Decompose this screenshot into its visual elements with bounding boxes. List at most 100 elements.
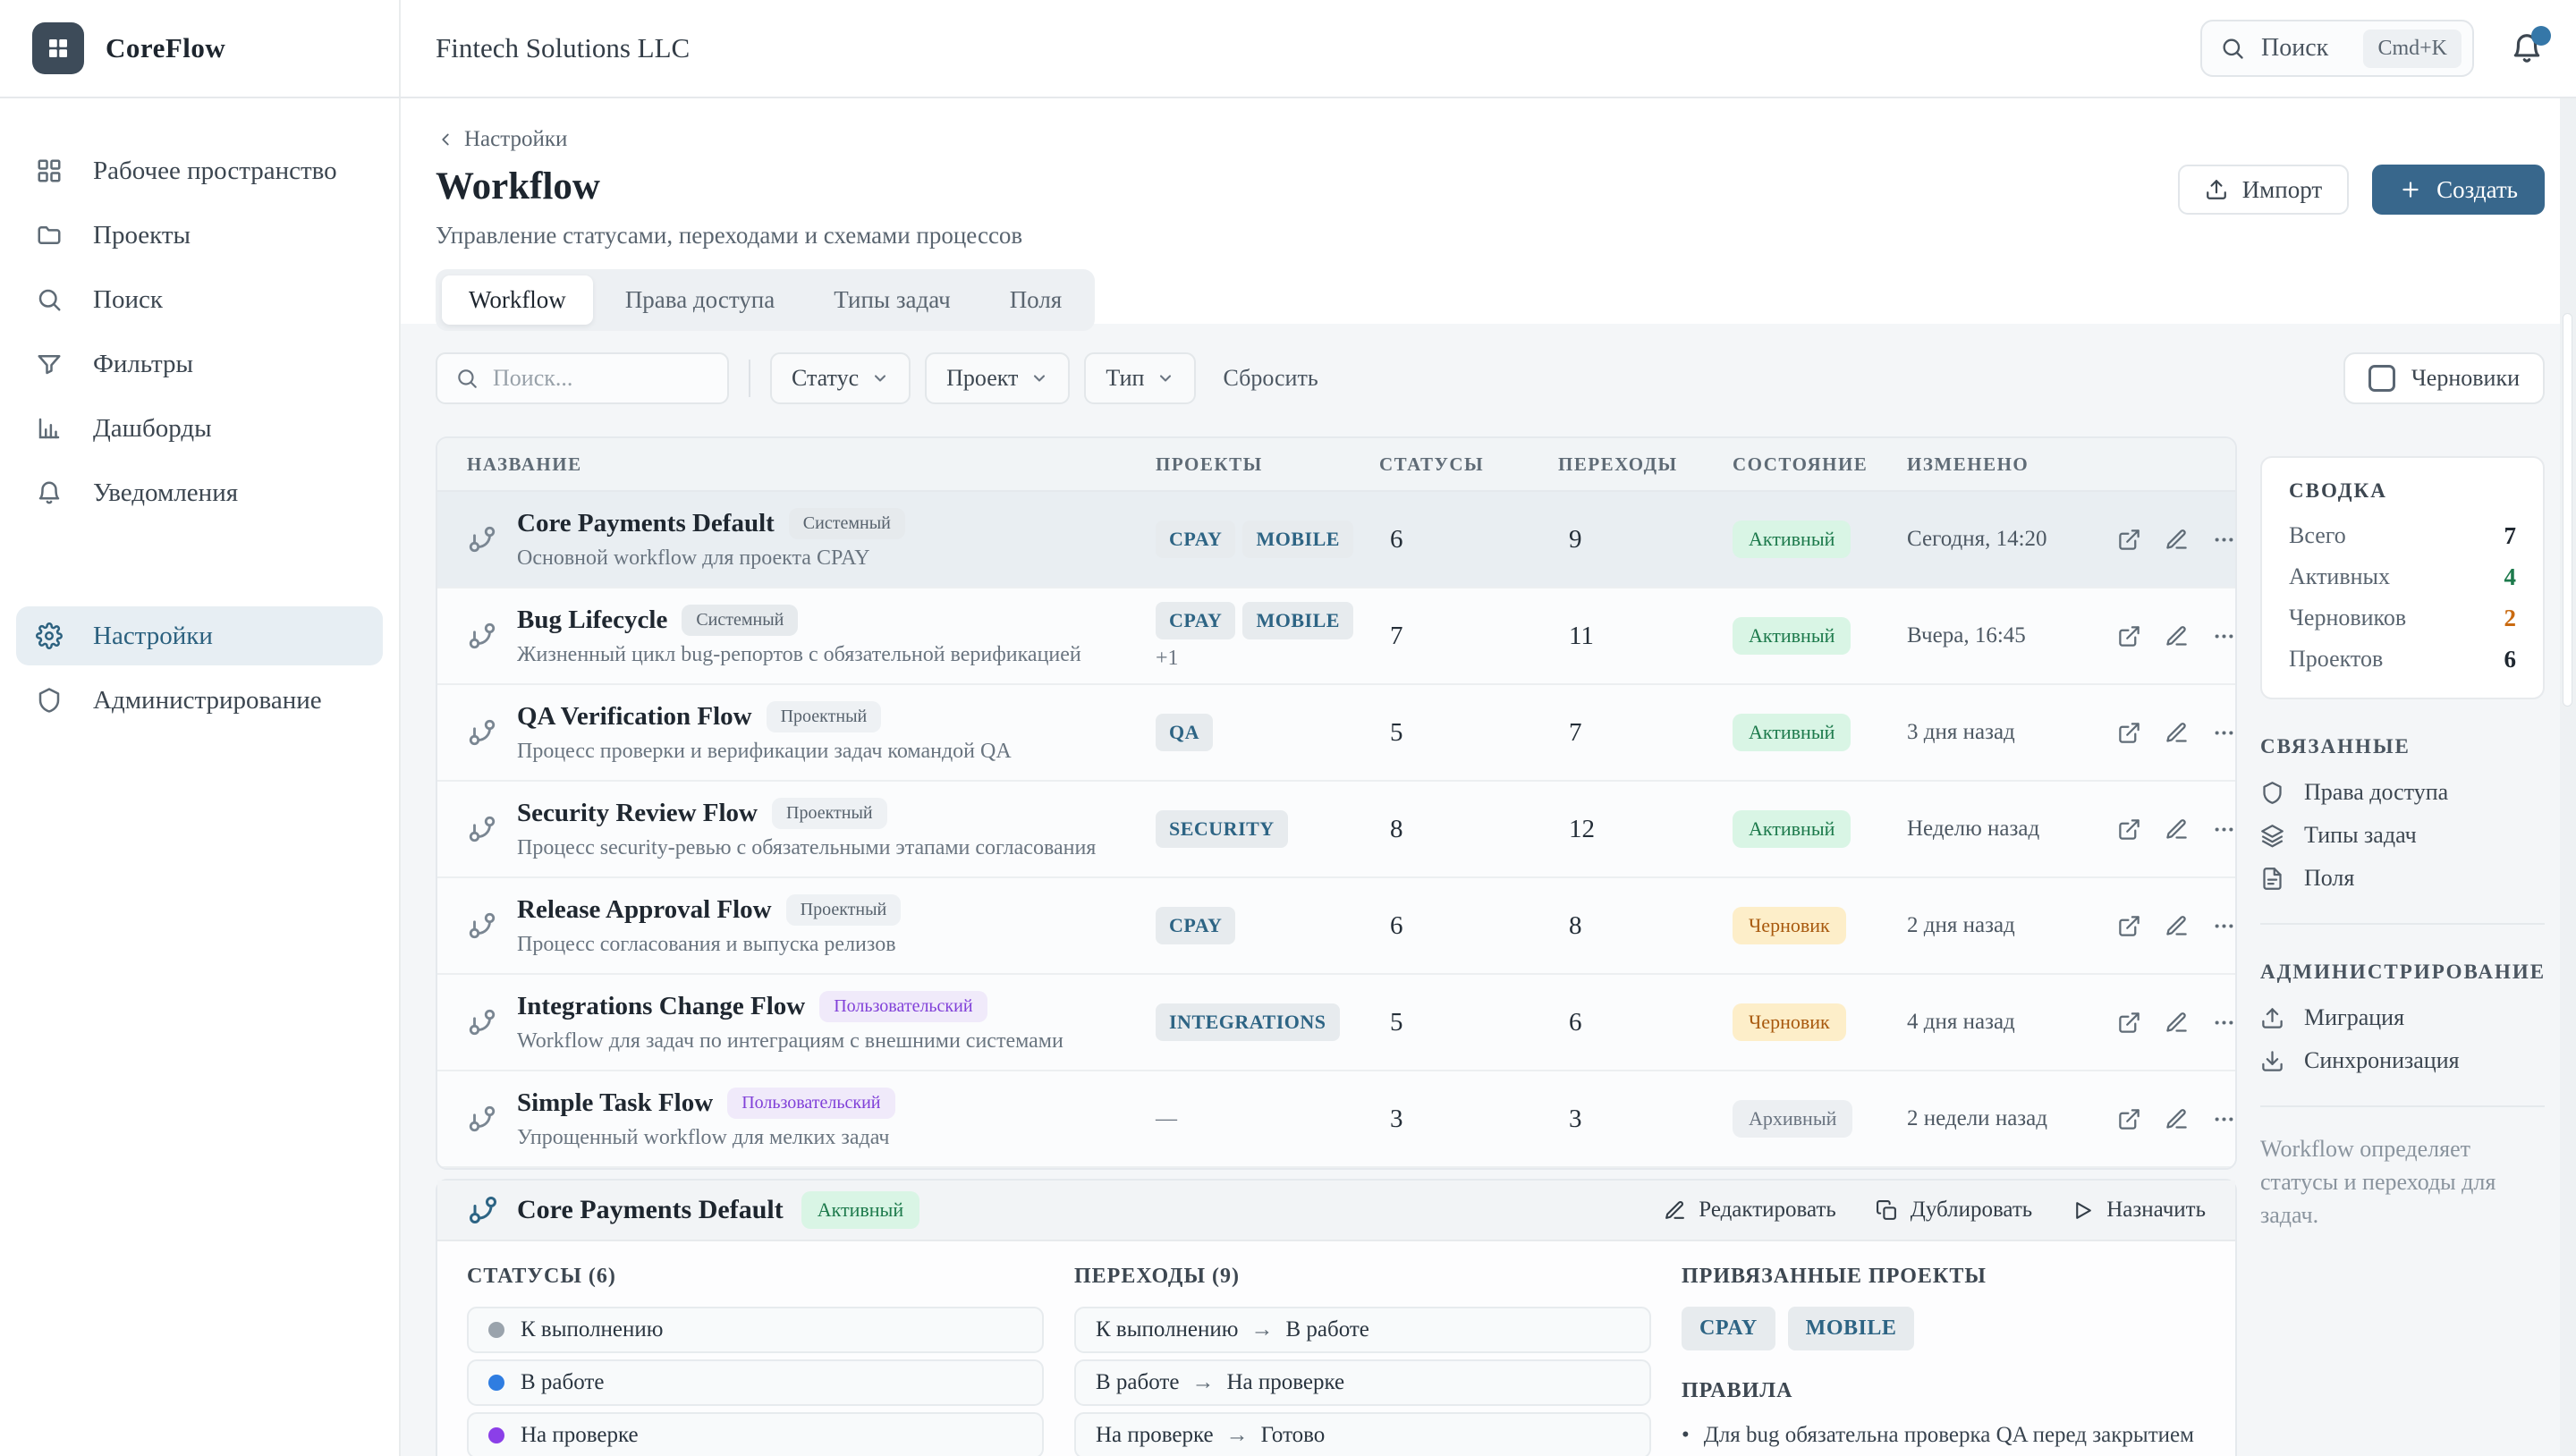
sidebar-item-projects[interactable]: Проекты (16, 206, 383, 265)
more-actions-icon[interactable] (2212, 721, 2236, 745)
state-badge: Активный (1733, 617, 1851, 655)
tab[interactable]: Workflow (442, 275, 593, 325)
table-row[interactable]: Integrations Change Flow Пользовательски… (437, 975, 2235, 1071)
open-external-icon[interactable] (2117, 528, 2141, 552)
more-actions-icon[interactable] (2212, 528, 2236, 552)
more-actions-icon[interactable] (2212, 1107, 2236, 1131)
status-filter-dropdown[interactable]: Статус (770, 352, 911, 404)
more-actions-icon[interactable] (2212, 817, 2236, 842)
tab[interactable]: Типы задач (807, 275, 977, 325)
bullet: • (1682, 1421, 1690, 1450)
project-chip[interactable]: CPAY (1682, 1307, 1775, 1350)
open-external-icon[interactable] (2117, 817, 2141, 842)
edit-pencil-icon[interactable] (2165, 528, 2189, 552)
tab[interactable]: Поля (983, 275, 1089, 325)
related-item-label: Поля (2304, 865, 2354, 892)
state-badge: Активный (1733, 714, 1851, 751)
admin-item-migration[interactable]: Миграция (2260, 996, 2545, 1039)
edit-pencil-icon[interactable] (2165, 624, 2189, 648)
summary-row: Всего 7 (2289, 515, 2516, 556)
projects-rules-column: ПРИВЯЗАННЫЕ ПРОЕКТЫ CPAYMOBILE ПРАВИЛА • (1682, 1265, 2206, 1456)
edit-button[interactable]: Редактировать (1664, 1198, 1836, 1223)
type-filter-dropdown[interactable]: Тип (1084, 352, 1196, 404)
sidebar-item-settings[interactable]: Настройки (16, 606, 383, 665)
workflow-description: Жизненный цикл bug-репортов с обязательн… (517, 643, 1081, 667)
sidebar-item-notifications[interactable]: Уведомления (16, 463, 383, 522)
status-color-dot (488, 1375, 504, 1391)
sidebar-item-workspace[interactable]: Рабочее пространство (16, 141, 383, 200)
workflow-type-badge: Системный (789, 508, 905, 539)
detail-header: Core Payments Default Активный Редактиро… (437, 1181, 2235, 1241)
workflow-name: Bug Lifecycle (517, 605, 667, 635)
search-input[interactable]: Поиск... (436, 352, 729, 404)
open-external-icon[interactable] (2117, 1011, 2141, 1035)
status-item[interactable]: На проверке (467, 1412, 1044, 1456)
git-branch-icon (467, 1194, 499, 1226)
transition-to: Готово (1261, 1423, 1326, 1448)
open-external-icon[interactable] (2117, 624, 2141, 648)
project-chip[interactable]: MOBILE (1788, 1307, 1915, 1350)
pencil-icon (1664, 1199, 1686, 1222)
related-item-permissions[interactable]: Права доступа (2260, 771, 2545, 814)
workflow-description: Workflow для задач по интеграциям с внеш… (517, 1029, 1063, 1054)
open-external-icon[interactable] (2117, 914, 2141, 938)
admin-item-sync[interactable]: Синхронизация (2260, 1039, 2545, 1082)
assign-label: Назначить (2106, 1198, 2206, 1223)
import-button[interactable]: Импорт (2178, 165, 2349, 215)
shield-icon (36, 687, 63, 714)
breadcrumb[interactable]: Настройки (436, 127, 567, 152)
drafts-checkbox[interactable] (2368, 365, 2395, 392)
git-branch-icon (467, 1007, 497, 1037)
sidebar-item-dashboards[interactable]: Дашборды (16, 399, 383, 458)
app-logo (32, 22, 84, 74)
brand-block[interactable]: CoreFlow (0, 0, 401, 97)
linked-projects-title: ПРИВЯЗАННЫЕ ПРОЕКТЫ (1682, 1265, 2206, 1289)
table-row[interactable]: Release Approval Flow Проектный Процесс … (437, 878, 2235, 975)
copy-icon (1876, 1199, 1898, 1222)
sidebar-item-filters[interactable]: Фильтры (16, 334, 383, 394)
table-row[interactable]: Simple Task Flow Пользовательский Упроще… (437, 1071, 2235, 1168)
duplicate-label: Дублировать (1911, 1198, 2032, 1223)
more-actions-icon[interactable] (2212, 1011, 2236, 1035)
edit-pencil-icon[interactable] (2165, 1107, 2189, 1131)
status-item[interactable]: К выполнению (467, 1307, 1044, 1353)
breadcrumb-label: Настройки (464, 127, 567, 152)
open-external-icon[interactable] (2117, 721, 2141, 745)
assign-button[interactable]: Назначить (2072, 1198, 2206, 1223)
transition-item[interactable]: В работе → На проверке (1074, 1359, 1651, 1406)
table-row[interactable]: Security Review Flow Проектный Процесс s… (437, 782, 2235, 878)
edit-pencil-icon[interactable] (2165, 1011, 2189, 1035)
transition-item[interactable]: К выполнению → В работе (1074, 1307, 1651, 1353)
workflow-description: Процесс проверки и верификации задач ком… (517, 740, 1012, 764)
right-rail: СВОДКА Всего 7 Активных 4 Чер (2260, 436, 2545, 1232)
table-row[interactable]: Bug Lifecycle Системный Жизненный цикл b… (437, 588, 2235, 685)
tab[interactable]: Права доступа (598, 275, 801, 325)
sidebar-item-administration[interactable]: Администрирование (16, 671, 383, 730)
edit-pencil-icon[interactable] (2165, 914, 2189, 938)
admin-item-label: Миграция (2304, 1004, 2404, 1031)
related-item-task-types[interactable]: Типы задач (2260, 814, 2545, 857)
more-actions-icon[interactable] (2212, 624, 2236, 648)
table-row[interactable]: Core Payments Default Системный Основной… (437, 492, 2235, 588)
duplicate-button[interactable]: Дублировать (1876, 1198, 2032, 1223)
project-chips: INTEGRATIONS (1156, 1003, 1379, 1041)
open-external-icon[interactable] (2117, 1107, 2141, 1131)
reset-filters-link[interactable]: Сбросить (1223, 365, 1318, 392)
edit-pencil-icon[interactable] (2165, 817, 2189, 842)
create-button[interactable]: Создать (2372, 165, 2545, 215)
related-item-fields[interactable]: Поля (2260, 857, 2545, 900)
status-item[interactable]: В работе (467, 1359, 1044, 1406)
workflow-type-badge: Проектный (786, 894, 902, 926)
transition-item[interactable]: На проверке → Готово (1074, 1412, 1651, 1456)
global-search[interactable]: Поиск Cmd+K (2200, 20, 2474, 77)
edit-pencil-icon[interactable] (2165, 721, 2189, 745)
project-filter-dropdown[interactable]: Проект (925, 352, 1070, 404)
dropdown-label: Статус (792, 365, 859, 392)
status-label: На проверке (521, 1423, 639, 1448)
more-actions-icon[interactable] (2212, 914, 2236, 938)
sidebar-item-search[interactable]: Поиск (16, 270, 383, 329)
notifications-button[interactable] (2510, 31, 2544, 65)
drafts-toggle[interactable]: Черновики (2343, 352, 2545, 404)
statuses-count: 7 (1379, 622, 1558, 651)
table-row[interactable]: QA Verification Flow Проектный Процесс п… (437, 685, 2235, 782)
